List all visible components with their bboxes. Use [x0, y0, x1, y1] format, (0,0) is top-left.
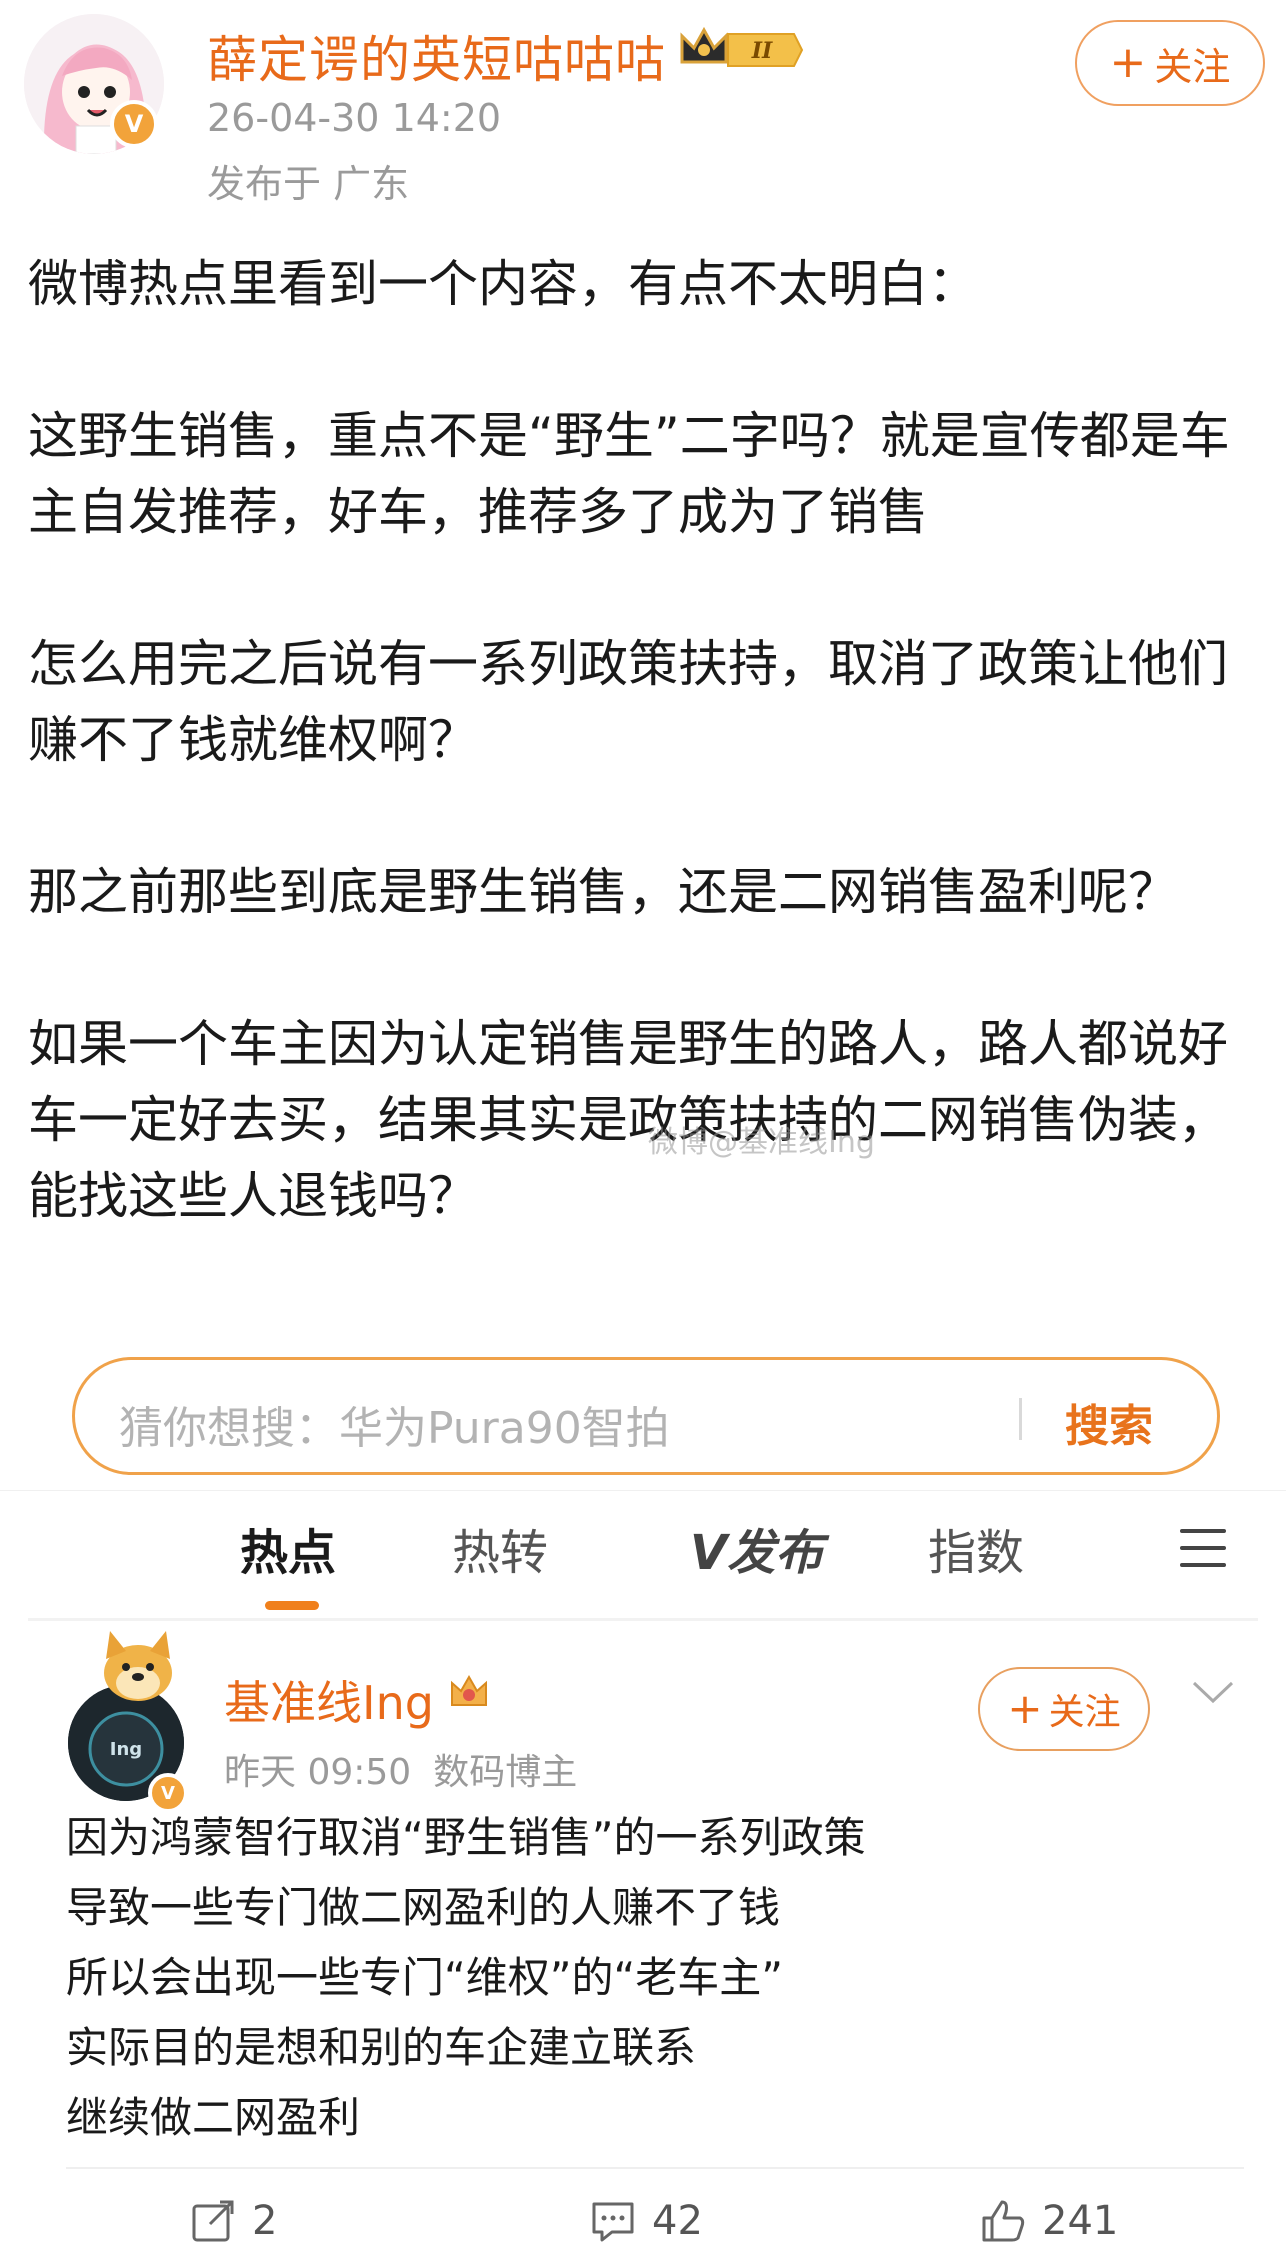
post-location: 发布于 广东: [207, 162, 410, 206]
chevron-down-icon[interactable]: [1190, 1677, 1236, 1707]
card-text-line: 所以会出现一些专门“维权”的“老车主”: [66, 1953, 784, 2002]
repost-icon: [192, 2200, 234, 2242]
tab-hot-repost[interactable]: 热转: [452, 1513, 548, 1583]
plus-icon: +: [1109, 37, 1147, 88]
divider: [66, 2167, 1244, 2169]
verified-badge-icon: V: [110, 100, 158, 148]
card-text-line: 因为鸿蒙智行取消“野生销售”的一系列政策: [66, 1813, 866, 1862]
post-header: V 薛定谔的英短咕咕咕 II 26-04-30 14:20 发布于 广东 + 关…: [0, 0, 1286, 210]
card-author-role: 数码博主: [433, 1752, 578, 1793]
card-text-line: 导致一些专门做二网盈利的人赚不了钱: [66, 1883, 781, 1932]
follow-label: 关注: [1048, 1692, 1121, 1733]
repost-count: 2: [252, 2198, 278, 2244]
crown-badge-icon: [451, 1674, 487, 1706]
card-meta: 昨天 09:50 数码博主: [224, 1743, 577, 1795]
thumbs-up-icon: [982, 2200, 1025, 2242]
active-tab-indicator: [265, 1601, 319, 1610]
search-button[interactable]: 搜索: [1065, 1390, 1153, 1454]
follow-button[interactable]: + 关注: [1075, 20, 1265, 106]
comment-icon: [592, 2202, 634, 2242]
tab-index[interactable]: 指数: [928, 1513, 1024, 1583]
author-name[interactable]: 薛定谔的英短咕咕咕: [207, 20, 666, 92]
menu-icon[interactable]: [1180, 1529, 1226, 1567]
post-paragraph: 这野生销售，重点不是“野生”二字吗？就是宣传都是车主自发推荐，好车，推荐多了成为…: [28, 407, 1230, 541]
comment-button[interactable]: 42: [588, 2191, 703, 2251]
like-button[interactable]: 241: [978, 2191, 1118, 2251]
post-paragraph: 那之前那些到底是野生销售，还是二网销售盈利呢？: [28, 863, 1178, 921]
repost-button[interactable]: 2: [188, 2191, 277, 2251]
follow-label: 关注: [1154, 44, 1231, 89]
search-divider: [1019, 1398, 1022, 1440]
card-time: 昨天 09:50: [224, 1752, 412, 1793]
svg-text:Ing: Ing: [110, 1739, 142, 1760]
post-time: 26-04-30 14:20: [207, 96, 502, 140]
card-author-name[interactable]: 基准线Ing: [224, 1667, 434, 1733]
plus-icon: +: [1007, 1684, 1043, 1733]
comment-count: 42: [652, 2198, 703, 2244]
like-count: 241: [1042, 2198, 1119, 2244]
badge-level-text: II: [751, 38, 773, 64]
search-box[interactable]: 猜你想搜：华为Pura90智拍 搜索: [72, 1357, 1220, 1475]
card-follow-button[interactable]: + 关注: [978, 1667, 1150, 1751]
search-input[interactable]: 猜你想搜：华为Pura90智拍: [119, 1392, 670, 1456]
card-text-line: 继续做二网盈利: [66, 2093, 361, 2142]
tab-hot[interactable]: 热点: [240, 1513, 336, 1583]
tab-v-publish[interactable]: V发布: [690, 1513, 823, 1583]
post-paragraph: 怎么用完之后说有一系列政策扶持，取消了政策让他们赚不了钱就维权啊？: [28, 635, 1228, 769]
post-paragraph: 微博热点里看到一个内容，有点不太明白：: [28, 255, 978, 313]
tab-bar: 热点 热转 V发布 指数: [0, 1490, 1286, 1620]
divider: [28, 1618, 1258, 1621]
doge-sticker-icon: [104, 1631, 172, 1701]
embedded-post-card[interactable]: Ing V 基准线Ing 昨天 09:50 数码博主 + 关注 因为鸿蒙智行取消“…: [28, 1625, 1258, 2261]
card-text: 因为鸿蒙智行取消“野生销售”的一系列政策 导致一些专门做二网盈利的人赚不了钱 所…: [66, 1803, 1216, 2153]
card-text-line: 实际目的是想和别的车企建立联系: [66, 2023, 697, 2072]
image-watermark: 微博@基准线Ing: [648, 1125, 875, 1160]
crown-level-badge-icon: II: [680, 26, 804, 67]
